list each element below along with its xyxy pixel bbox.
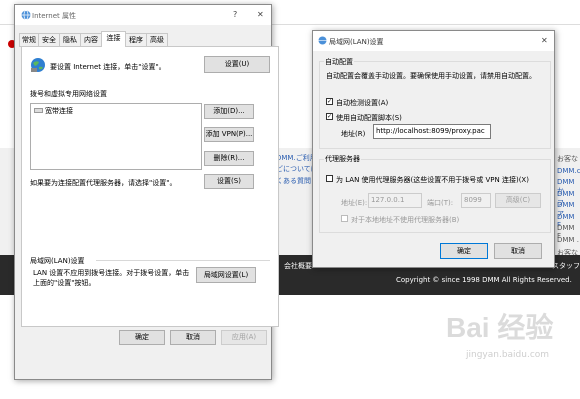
port-input[interactable]: 8099 (461, 193, 491, 208)
port-label: 端口(T): (427, 199, 454, 207)
bypass-local-label[interactable]: 对于本地地址不使用代理服务器(B) (351, 215, 459, 225)
auto-detect-checkbox[interactable]: ✓ (326, 98, 333, 105)
tab-security[interactable]: 安全 (38, 33, 60, 47)
lan-ok-button[interactable]: 确定 (440, 243, 488, 259)
tab-privacy[interactable]: 隐私 (59, 33, 81, 47)
footer-link-company[interactable]: 会社概要 (284, 261, 312, 271)
setup-button[interactable]: 设置(U) (204, 56, 270, 73)
use-proxy-label[interactable]: 为 LAN 使用代理服务器(这些设置不用于拨号或 VPN 连接)(X) (336, 175, 529, 185)
script-address-input[interactable]: http://localhost:8099/proxy.pac (373, 124, 491, 139)
setup-description: 要设置 Internet 连接，单击"设置"。 (50, 63, 166, 71)
advanced-button[interactable]: 高级(C) (495, 193, 541, 208)
lan-close-button[interactable]: ✕ (541, 36, 548, 45)
lan-description-line2: 上面的"设置"按钮。 (33, 279, 96, 287)
lan-titlebar: 局域网(LAN)设置 ✕ (313, 31, 554, 51)
apply-button[interactable]: 应用(A) (221, 330, 267, 345)
settings-button[interactable]: 设置(S) (204, 174, 254, 189)
tab-programs[interactable]: 程序 (125, 33, 147, 47)
copyright-text: Copyright © since 1998 DMM All Rights Re… (396, 276, 572, 284)
auto-config-description: 自动配置会覆盖手动设置。要确保使用手动设置，请禁用自动配置。 (326, 72, 536, 80)
tab-general[interactable]: 常规 (19, 33, 39, 47)
help-button[interactable]: ? (233, 10, 237, 19)
use-script-checkbox[interactable]: ✓ (326, 113, 333, 120)
tab-content[interactable]: 内容 (80, 33, 102, 47)
internet-globe-icon (21, 10, 31, 20)
tab-advanced[interactable]: 高级 (146, 33, 168, 47)
dialog-title: Internet 属性 (32, 12, 77, 20)
use-proxy-checkbox[interactable] (326, 175, 333, 182)
lan-dialog-title: 局域网(LAN)设置 (329, 38, 384, 46)
lan-settings-dialog: 局域网(LAN)设置 ✕ 自动配置 自动配置会覆盖手动设置。要确保使用手动设置，… (312, 30, 555, 268)
lan-section-divider (96, 260, 270, 261)
internet-properties-dialog: Internet 属性 ? ✕ 常规 安全 隐私 内容 连接 程序 高级 要设置… (14, 4, 279, 380)
broadband-connection-icon (34, 108, 43, 113)
bypass-local-checkbox[interactable] (341, 215, 348, 222)
proxy-description: 如果要为连接配置代理服务器，请选择"设置"。 (30, 179, 177, 187)
address-label: 地址(R) (341, 130, 366, 138)
network-globe-icon (31, 58, 45, 72)
lan-section-label: 局域网(LAN)设置 (30, 257, 85, 265)
baidu-watermark-url: jingyan.baidu.com (466, 350, 550, 360)
footer-link-staff[interactable]: スタッフ (552, 261, 580, 271)
add-button[interactable]: 添加(D)... (204, 104, 254, 119)
close-button[interactable]: ✕ (257, 10, 264, 19)
auto-config-label: 自动配置 (324, 57, 354, 67)
proxy-address-label: 地址(E): (341, 199, 368, 207)
proxy-address-input[interactable]: 127.0.0.1 (368, 193, 422, 208)
connections-panel: 要设置 Internet 连接，单击"设置"。 设置(U) 拨号和虚拟专用网络设… (21, 46, 279, 327)
ok-button[interactable]: 确定 (119, 330, 165, 345)
right-link-7: DMM . (557, 236, 579, 244)
cancel-button[interactable]: 取消 (170, 330, 216, 345)
connection-item-broadband[interactable]: 宽带连接 (45, 106, 73, 116)
baidu-watermark: Bai 经验 (446, 312, 554, 343)
titlebar: Internet 属性 ? ✕ (15, 5, 271, 25)
right-link-1[interactable]: DMM.c (557, 167, 580, 175)
right-link-0: お客な (557, 155, 578, 163)
lan-settings-button[interactable]: 局域网设置(L) (196, 267, 256, 283)
use-script-label[interactable]: 使用自动配置脚本(S) (336, 113, 402, 123)
remove-button[interactable]: 删除(R)... (204, 151, 254, 166)
connections-list[interactable]: 宽带连接 (30, 103, 202, 170)
proxy-server-label: 代理服务器 (324, 154, 361, 164)
lan-cancel-button[interactable]: 取消 (494, 243, 542, 259)
auto-detect-label[interactable]: 自动检测设置(A) (336, 98, 388, 108)
tab-connections[interactable]: 连接 (101, 31, 126, 47)
dialup-section-label: 拨号和虚拟专用网络设置 (30, 90, 107, 98)
notice-line-3[interactable]: くある質問 (276, 176, 311, 186)
add-vpn-button[interactable]: 添加 VPN(P)... (204, 127, 254, 142)
lan-description-line1: LAN 设置不应用到拨号连接。对于拨号设置，单击 (33, 269, 190, 277)
lan-globe-icon (318, 36, 327, 45)
